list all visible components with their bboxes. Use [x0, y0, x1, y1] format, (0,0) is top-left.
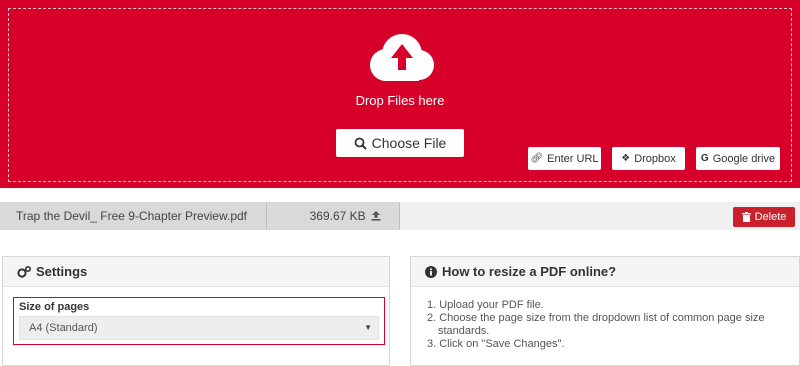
choose-file-label: Choose File [371, 135, 447, 151]
settings-header: Settings [3, 257, 389, 287]
step-2-continued: standards. [438, 325, 490, 337]
settings-title: Settings [36, 264, 88, 279]
file-name: Trap the Devil_ Free 9-Chapter Preview.p… [0, 202, 266, 230]
howto-panel: How to resize a PDF online? 1. Upload yo… [410, 256, 800, 366]
upload-dropzone[interactable]: Drop Files here Choose File 🔗︎ Enter URL… [0, 0, 800, 188]
page-size-select[interactable]: A4 (Standard) ▼ [19, 316, 379, 340]
trash-icon [741, 212, 751, 222]
info-icon [425, 265, 437, 278]
file-size: 369.67 KB [309, 209, 366, 223]
howto-steps: 1. Upload your PDF file. 2. Choose the p… [427, 299, 787, 351]
howto-title: How to resize a PDF online? [442, 264, 617, 279]
file-row: Trap the Devil_ Free 9-Chapter Preview.p… [0, 202, 800, 230]
dropbox-button[interactable]: ❖ Dropbox [612, 147, 685, 170]
search-icon [354, 137, 367, 150]
dropdown-arrow-icon: ▼ [364, 323, 372, 332]
link-icon: 🔗︎ [530, 153, 544, 164]
step-2: 2. Choose the page size from the dropdow… [427, 312, 765, 324]
dropbox-label: Dropbox [634, 152, 676, 165]
drop-files-text: Drop Files here [355, 93, 445, 108]
file-size-cell: 369.67 KB [266, 202, 400, 230]
upload-icon [371, 211, 381, 221]
dropbox-icon: ❖ [621, 153, 631, 164]
gears-icon [17, 265, 31, 278]
delete-button[interactable]: Delete [733, 207, 795, 227]
delete-label: Delete [754, 211, 787, 223]
step-1: 1. Upload your PDF file. [427, 299, 544, 311]
choose-file-button[interactable]: Choose File [336, 129, 464, 157]
google-icon: G [700, 153, 709, 164]
settings-panel: Settings Size of pages A4 (Standard) ▼ [2, 256, 390, 366]
howto-header: How to resize a PDF online? [411, 257, 799, 287]
step-3: 3. Click on "Save Changes". [427, 338, 565, 350]
page-size-label: Size of pages [19, 301, 90, 313]
google-drive-label: Google drive [712, 152, 776, 165]
page-size-value: A4 (Standard) [29, 322, 98, 334]
enter-url-button[interactable]: 🔗︎ Enter URL [528, 147, 601, 170]
cloud-upload-icon [370, 34, 434, 81]
page-size-field: Size of pages A4 (Standard) ▼ [13, 297, 385, 345]
google-drive-button[interactable]: G Google drive [696, 147, 780, 170]
enter-url-label: Enter URL [547, 152, 599, 165]
